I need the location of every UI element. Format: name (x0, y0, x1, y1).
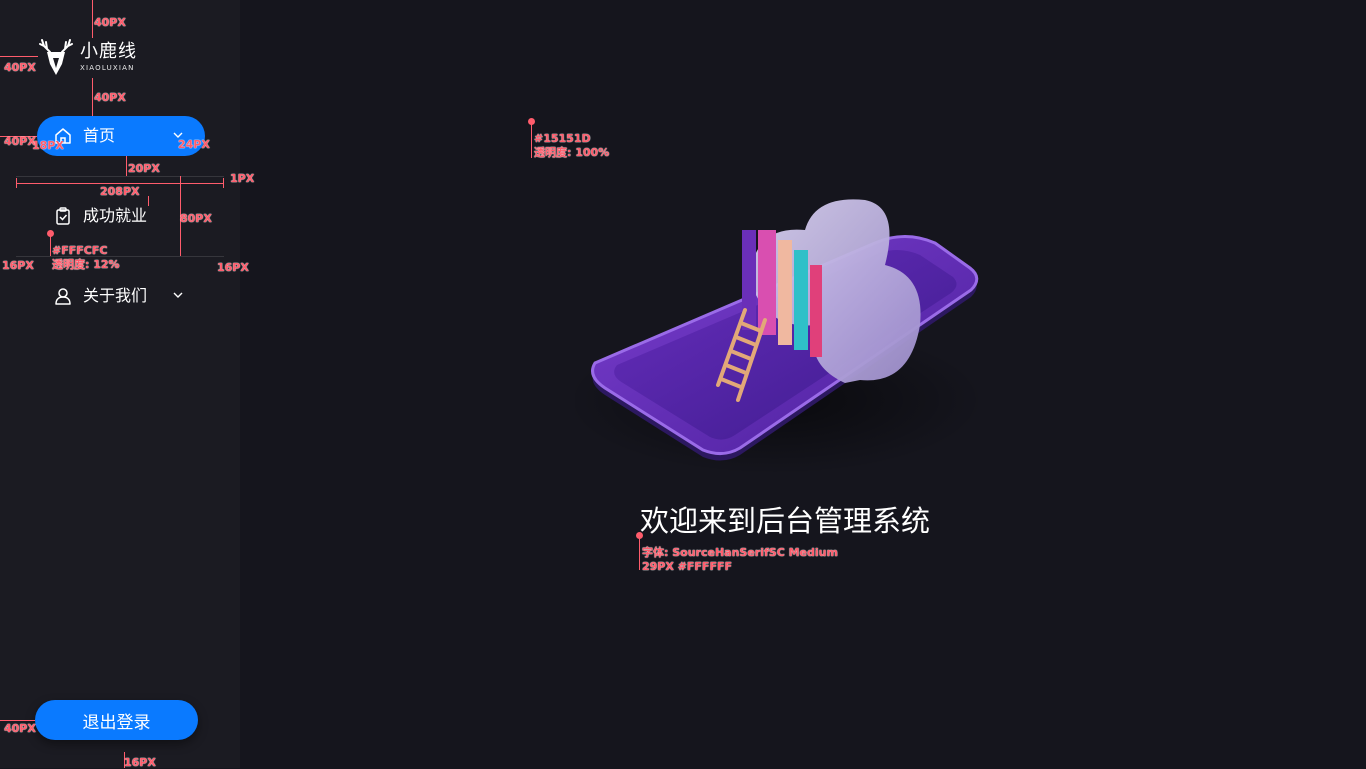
annotation-label: 16PX (124, 756, 156, 769)
annotation-label: 20PX (128, 162, 160, 175)
chevron-down-icon[interactable] (173, 290, 183, 300)
user-icon (55, 288, 71, 305)
brand-subtitle: XIAOLUXIAN (80, 64, 135, 72)
annotation-label: 40PX (94, 16, 126, 29)
annotation-label: 208PX (100, 185, 140, 198)
annotation-label: 透明度: 100% (534, 146, 610, 159)
annotation-label: 18PX (32, 139, 64, 152)
deer-logo-icon (39, 39, 73, 75)
annotation-label: 80PX (180, 212, 212, 225)
annotation-label: 透明度: 12% (52, 258, 120, 271)
annotation-label: 24PX (178, 138, 210, 151)
annotation-label: 29PX #FFFFFF (642, 560, 732, 573)
annotation-label: 40PX (94, 91, 126, 104)
annotation-line (0, 56, 38, 57)
annotation-label: 40PX (4, 722, 36, 735)
annotation-line (148, 196, 149, 206)
nav-item-label: 首页 (83, 126, 116, 145)
annotation-line (92, 78, 93, 116)
nav-divider (16, 256, 224, 257)
logout-button[interactable]: 退出登录 (35, 700, 198, 740)
nav-item-label: 成功就业 (83, 206, 148, 225)
annotation-label: 16PX (217, 261, 249, 274)
nav-divider (16, 176, 224, 177)
annotation-line (50, 236, 51, 256)
nav-item-about[interactable]: 关于我们 (37, 276, 205, 316)
welcome-heading: 欢迎来到后台管理系统 (640, 504, 931, 538)
annotation-line (223, 178, 224, 188)
nav-item-label: 关于我们 (83, 286, 148, 305)
annotation-line (0, 720, 35, 721)
cloud-bookshelf-phone-illustration (575, 199, 985, 475)
annotation-line (16, 178, 17, 188)
annotation-line (531, 124, 532, 158)
annotation-label: #FFFCFC (52, 244, 108, 257)
sidebar: 小鹿线 XIAOLUXIAN 首页 成功就业 关于我们 退出登录 (0, 0, 240, 768)
annotation-line (16, 183, 224, 184)
annotation-line (126, 156, 127, 176)
brand-logo[interactable]: 小鹿线 XIAOLUXIAN (38, 38, 137, 76)
annotation-label: 字体: SourceHanSerifSC Medium (642, 546, 838, 559)
annotation-label: 1PX (230, 172, 255, 185)
annotation-line (639, 538, 640, 570)
annotation-label: 16PX (2, 259, 34, 272)
annotation-label: #15151D (534, 132, 591, 145)
annotation-line (92, 0, 93, 38)
annotation-label: 40PX (4, 61, 36, 74)
clipboard-check-icon (56, 207, 70, 225)
brand-name: 小鹿线 (80, 41, 137, 62)
